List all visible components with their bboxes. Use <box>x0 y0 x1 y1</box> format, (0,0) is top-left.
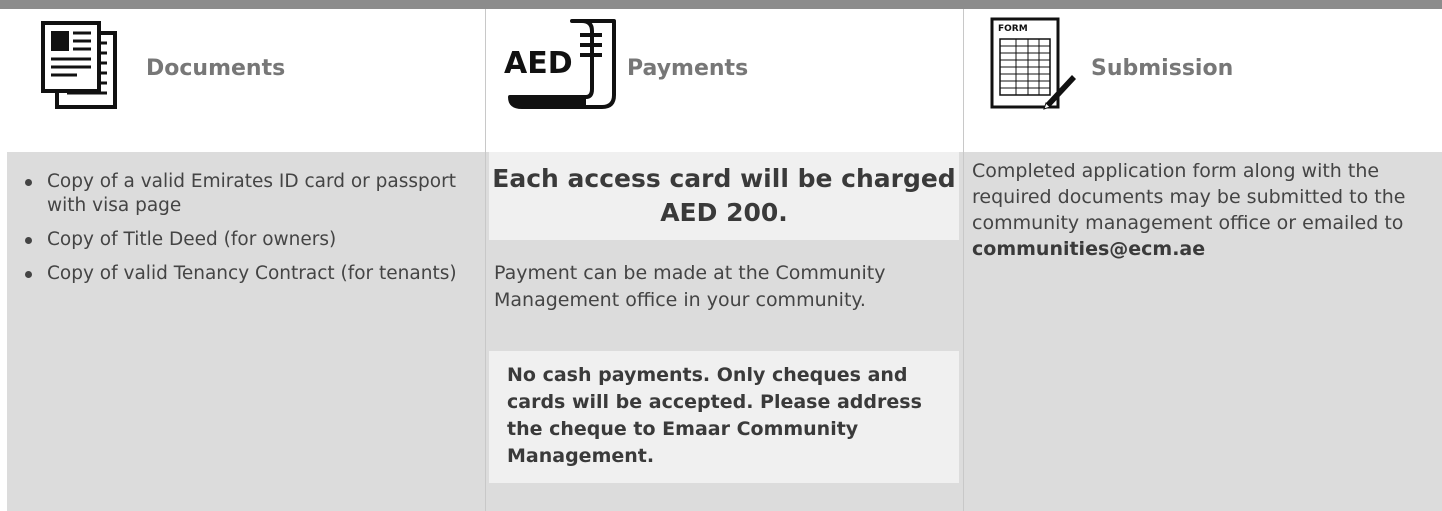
list-item: Copy of Title Deed (for owners) <box>23 228 463 252</box>
submission-header: FORM Submission <box>964 9 1442 152</box>
bullet-icon <box>25 179 32 186</box>
receipt-icon-label: AED <box>504 46 573 81</box>
bullet-icon <box>25 271 32 278</box>
documents-list: Copy of a valid Emirates ID card or pass… <box>23 170 463 296</box>
payments-text: Payment can be made at the Community Man… <box>494 262 886 311</box>
submission-column: FORM Submission Completed application fo… <box>964 9 1442 511</box>
submission-text: Completed application form along with th… <box>972 158 1432 262</box>
list-item-text: Copy of Title Deed (for owners) <box>47 229 337 250</box>
payments-title: Payments <box>627 56 749 81</box>
form-icon: FORM <box>990 17 1076 110</box>
list-item: Copy of a valid Emirates ID card or pass… <box>23 170 463 218</box>
documents-icon <box>41 21 117 109</box>
list-item-text: Copy of valid Tenancy Contract (for tena… <box>47 263 457 284</box>
documents-body: Copy of a valid Emirates ID card or pass… <box>7 152 485 511</box>
payments-notice: No cash payments. Only cheques and cards… <box>507 364 922 467</box>
payments-column: AED Payments Each access card will be ch… <box>486 9 963 511</box>
documents-header: Documents <box>7 9 485 152</box>
payments-headline: Each access card will be charged AED 200… <box>492 164 956 227</box>
top-bar <box>0 0 1442 9</box>
form-icon-label: FORM <box>998 24 1028 34</box>
submission-title: Submission <box>1091 56 1234 81</box>
receipt-icon: AED <box>504 19 616 109</box>
submission-text-body: Completed application form along with th… <box>972 160 1406 234</box>
bullet-icon <box>25 237 32 244</box>
submission-body: Completed application form along with th… <box>964 152 1442 511</box>
list-item-text: Copy of a valid Emirates ID card or pass… <box>47 171 456 216</box>
payments-notice-box: No cash payments. Only cheques and cards… <box>489 351 959 483</box>
submission-email-link[interactable]: communities@ecm.ae <box>972 238 1205 260</box>
payments-headline-box: Each access card will be charged AED 200… <box>489 152 959 240</box>
list-item: Copy of valid Tenancy Contract (for tena… <box>23 262 463 286</box>
payments-body: Each access card will be charged AED 200… <box>486 152 963 511</box>
payments-header: AED Payments <box>486 9 963 152</box>
documents-title: Documents <box>146 56 286 81</box>
documents-column: Documents Copy of a valid Emirates ID ca… <box>7 9 485 511</box>
